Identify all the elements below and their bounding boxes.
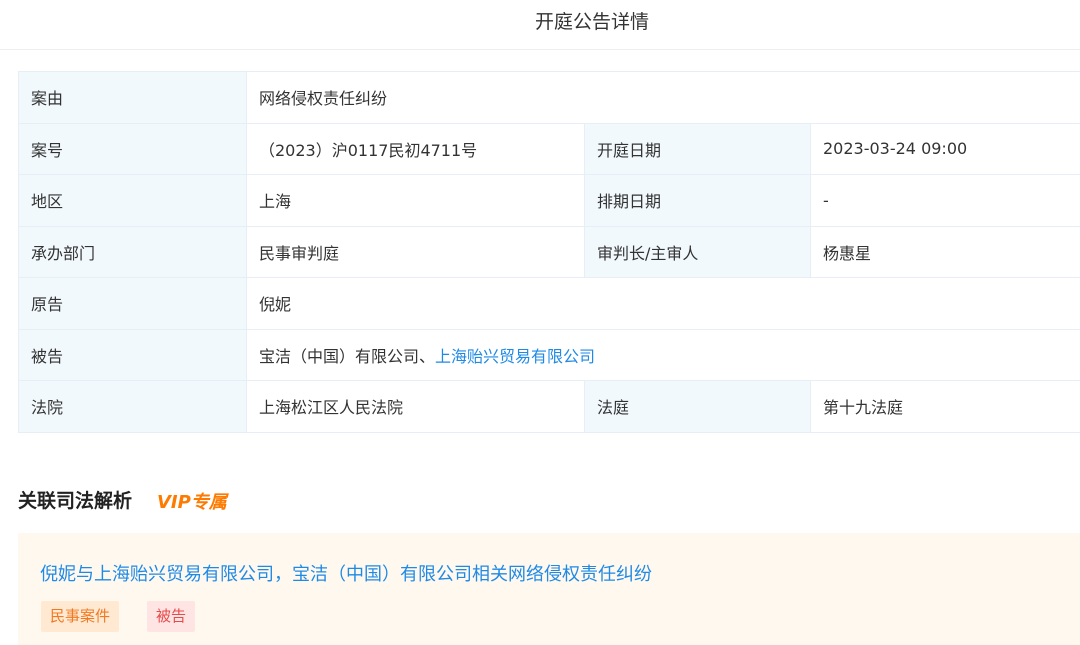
defendant-link[interactable]: 上海贻兴贸易有限公司	[435, 347, 595, 366]
hearing-detail-table: 案由 网络侵权责任纠纷 案号 （2023）沪0117民初4711号 开庭日期 2…	[18, 71, 1080, 433]
region-value: 上海	[246, 174, 585, 227]
vip-badge: VIP专属	[157, 492, 227, 513]
hearing-date-value: 2023-03-24 09:00	[809, 122, 1080, 175]
courtroom-label: 法庭	[584, 380, 811, 433]
page-title: 开庭公告详情	[534, 11, 649, 33]
defendant-value: 宝洁（中国）有限公司、上海贻兴贸易有限公司	[245, 328, 1080, 381]
department-value: 民事审判庭	[246, 225, 585, 278]
judge-value: 杨惠星	[809, 225, 1080, 278]
schedule-date-value: -	[809, 174, 1080, 227]
court-label: 法院	[18, 380, 247, 433]
court-value: 上海松江区人民法院	[246, 380, 585, 433]
related-section-title: 关联司法解析	[18, 490, 133, 512]
table-row: 被告 宝洁（中国）有限公司、上海贻兴贸易有限公司	[18, 328, 1080, 381]
plaintiff-value: 倪妮	[245, 277, 1080, 330]
table-row: 原告 倪妮	[18, 277, 1080, 330]
department-label: 承办部门	[18, 225, 247, 278]
case-reason-label: 案由	[18, 71, 247, 124]
defendant-name-plain: 宝洁（中国）有限公司、	[259, 346, 436, 366]
case-reason-value: 网络侵权责任纠纷	[245, 71, 1080, 124]
defendant-label: 被告	[18, 328, 247, 381]
related-case-title-link[interactable]: 倪妮与上海贻兴贸易有限公司，宝洁（中国）有限公司相关网络侵权责任纠纷	[40, 560, 652, 586]
case-no-value: （2023）沪0117民初4711号	[246, 122, 585, 175]
table-row: 承办部门 民事审判庭 审判长/主审人 杨惠星	[18, 225, 1080, 278]
related-case-card[interactable]: 倪妮与上海贻兴贸易有限公司，宝洁（中国）有限公司相关网络侵权责任纠纷 民事案件 …	[18, 533, 1080, 645]
hearing-date-label: 开庭日期	[584, 122, 811, 175]
table-row: 地区 上海 排期日期 -	[18, 174, 1080, 227]
table-row: 案由 网络侵权责任纠纷	[18, 71, 1080, 124]
page-header: 开庭公告详情	[0, 0, 1080, 50]
party-role-tag: 被告	[147, 601, 196, 632]
case-type-tag: 民事案件	[41, 601, 120, 632]
table-row: 案号 （2023）沪0117民初4711号 开庭日期 2023-03-24 09…	[18, 122, 1080, 175]
region-label: 地区	[18, 174, 247, 227]
courtroom-value: 第十九法庭	[809, 380, 1080, 433]
schedule-date-label: 排期日期	[584, 174, 811, 227]
plaintiff-label: 原告	[18, 277, 247, 330]
judge-label: 审判长/主审人	[584, 225, 811, 278]
table-row: 法院 上海松江区人民法院 法庭 第十九法庭	[18, 380, 1080, 433]
case-no-label: 案号	[18, 122, 247, 175]
